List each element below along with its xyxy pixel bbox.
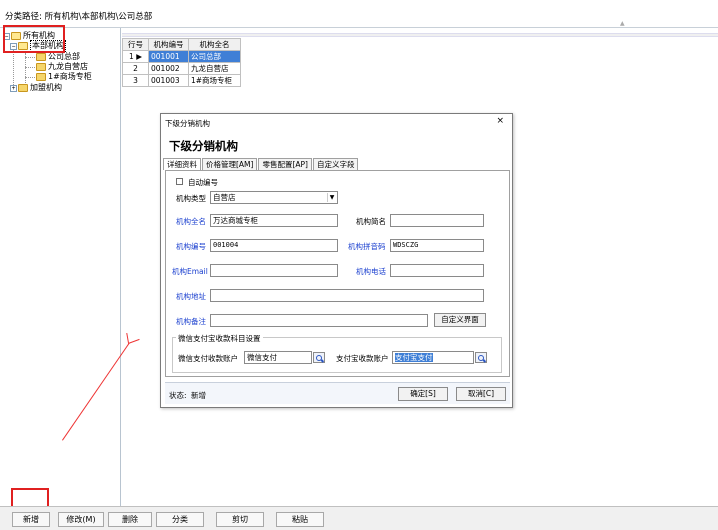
tree-node-kowloon-store[interactable]: 九龙自营店 xyxy=(36,62,88,72)
wechat-input[interactable]: 微信支付 xyxy=(244,351,312,364)
new-button[interactable]: 新增 xyxy=(12,512,50,527)
type-select[interactable]: 自营店 ▼ xyxy=(210,191,338,204)
path-bar: 分类路径: 所有机构\本部机构\公司总部 xyxy=(0,0,718,28)
row-number: 1 xyxy=(129,52,134,61)
search-icon xyxy=(316,354,322,361)
cut-button[interactable]: 剪切 xyxy=(216,512,264,527)
status-value: 新增 xyxy=(191,391,206,400)
dialog-titlebar[interactable]: 下级分销机构 × xyxy=(161,114,512,128)
status-label: 状态: xyxy=(169,391,187,400)
org-table: 行号 机构编号 机构全名 1 ▶ 001001 公司总部 2 001002 九龙… xyxy=(122,38,241,87)
wechat-search-button[interactable] xyxy=(313,352,325,363)
tree-node-company-hq[interactable]: 公司总部 xyxy=(36,52,80,62)
cell-name: 1#商场专柜 xyxy=(188,74,241,87)
classify-button[interactable]: 分类 xyxy=(156,512,204,527)
address-label: 机构地址 xyxy=(176,292,206,301)
table-row[interactable]: 2 001002 九龙自营店 xyxy=(122,62,241,75)
dialog-status-bar: 状态: 新增 确定[S] 取消[C] xyxy=(165,382,510,404)
dialog-tabs: 详细资料 价格管理[AM] 零售配置[AP] 自定义字段 xyxy=(161,158,359,170)
alipay-input[interactable]: 支付宝支付 xyxy=(392,351,474,364)
delete-button[interactable]: 删除 xyxy=(108,512,152,527)
modify-button[interactable]: 修改(M) xyxy=(58,512,104,527)
path-label: 分类路径: xyxy=(5,12,42,22)
full-name-input[interactable]: 万达商城专柜 xyxy=(210,214,338,227)
phone-input[interactable] xyxy=(390,264,484,277)
phone-label: 机构电话 xyxy=(356,267,386,276)
annotation-box-tree xyxy=(3,25,65,53)
expand-icon[interactable]: + xyxy=(10,84,17,92)
code-label: 机构编号 xyxy=(176,242,206,251)
email-label: 机构Email xyxy=(172,267,208,276)
tab-pricing[interactable]: 价格管理[AM] xyxy=(202,158,258,170)
search-icon xyxy=(478,354,484,361)
cell-code: 001003 xyxy=(148,74,189,87)
column-header[interactable]: 机构全名 xyxy=(188,38,241,51)
cell-code: 001001 xyxy=(148,50,189,63)
tree-node-mall-counter[interactable]: 1#商场专柜 xyxy=(36,72,92,82)
pinyin-input[interactable]: WDSCZG xyxy=(390,239,484,252)
type-label: 机构类型 xyxy=(176,194,206,203)
path-value: 所有机构\本部机构\公司总部 xyxy=(44,12,153,22)
row-number: 3 xyxy=(122,74,149,87)
store-icon xyxy=(36,73,46,81)
email-input[interactable] xyxy=(210,264,338,277)
type-value: 自营店 xyxy=(213,193,236,202)
scroll-up-icon[interactable]: ▲ xyxy=(620,20,625,27)
org-dialog: 下级分销机构 × 下级分销机构 详细资料 价格管理[AM] 零售配置[AP] 自… xyxy=(160,113,513,408)
short-name-input[interactable] xyxy=(390,214,484,227)
dialog-heading: 下级分销机构 xyxy=(169,139,238,153)
tree-node-label: 加盟机构 xyxy=(30,83,62,92)
custom-ui-button[interactable]: 自定义界面 xyxy=(434,313,486,327)
table-row[interactable]: 1 ▶ 001001 公司总部 xyxy=(122,50,241,63)
wechat-label: 微信支付收款账户 xyxy=(178,354,238,363)
tree-node-label: 九龙自营店 xyxy=(48,62,88,71)
row-number: 2 xyxy=(122,62,149,75)
table-row[interactable]: 3 001003 1#商场专柜 xyxy=(122,74,241,87)
tree-node-label: 公司总部 xyxy=(48,52,80,61)
remark-label: 机构备注 xyxy=(176,317,206,326)
cancel-button[interactable]: 取消[C] xyxy=(456,387,506,401)
full-name-label: 机构全名 xyxy=(176,217,206,226)
tree-node-label: 1#商场专柜 xyxy=(48,72,92,81)
cell-name: 公司总部 xyxy=(188,50,241,63)
auto-number-checkbox[interactable] xyxy=(176,178,183,185)
dialog-title: 下级分销机构 xyxy=(165,119,210,128)
cell-code: 001002 xyxy=(148,62,189,75)
details-form: 自动编号 机构类型 自营店 ▼ 机构全名 万达商城专柜 机构简名 机构编号 00… xyxy=(165,170,510,377)
paste-button[interactable]: 粘贴 xyxy=(276,512,324,527)
column-header[interactable]: 行号 xyxy=(122,38,149,51)
pinyin-label: 机构拼音码 xyxy=(348,242,386,251)
close-icon[interactable]: × xyxy=(496,116,504,126)
store-icon xyxy=(36,53,46,61)
auto-number-label: 自动编号 xyxy=(188,178,218,187)
tab-details[interactable]: 详细资料 xyxy=(163,158,201,170)
folder-icon xyxy=(18,84,28,92)
store-icon xyxy=(36,63,46,71)
cell-name: 九龙自营店 xyxy=(188,62,241,75)
bottom-toolbar: 新增 修改(M) 删除 分类 剪切 粘贴 xyxy=(0,506,718,530)
alipay-label: 支付宝收款账户 xyxy=(336,354,389,363)
alipay-search-button[interactable] xyxy=(475,352,487,363)
remark-input[interactable] xyxy=(210,314,428,327)
tab-retail-config[interactable]: 零售配置[AP] xyxy=(258,158,312,170)
code-input[interactable]: 001004 xyxy=(210,239,338,252)
chevron-down-icon[interactable]: ▼ xyxy=(327,193,336,202)
tree-pane: − 所有机构 − 本部机构 公司总部 九龙自营店 1#商场专柜 + 加盟机构 xyxy=(0,28,121,506)
short-name-label: 机构简名 xyxy=(356,217,386,226)
ok-button[interactable]: 确定[S] xyxy=(398,387,448,401)
alipay-value: 支付宝支付 xyxy=(395,353,433,362)
address-input[interactable] xyxy=(210,289,484,302)
grid-header-strip xyxy=(122,33,718,37)
tab-custom-fields[interactable]: 自定义字段 xyxy=(312,158,359,170)
row-pointer-icon: ▶ xyxy=(136,52,142,61)
column-header[interactable]: 机构编号 xyxy=(148,38,189,51)
payment-group-title: 微信支付宝收款科目设置 xyxy=(176,333,263,344)
tree-node-franchise[interactable]: + 加盟机构 xyxy=(10,83,62,93)
